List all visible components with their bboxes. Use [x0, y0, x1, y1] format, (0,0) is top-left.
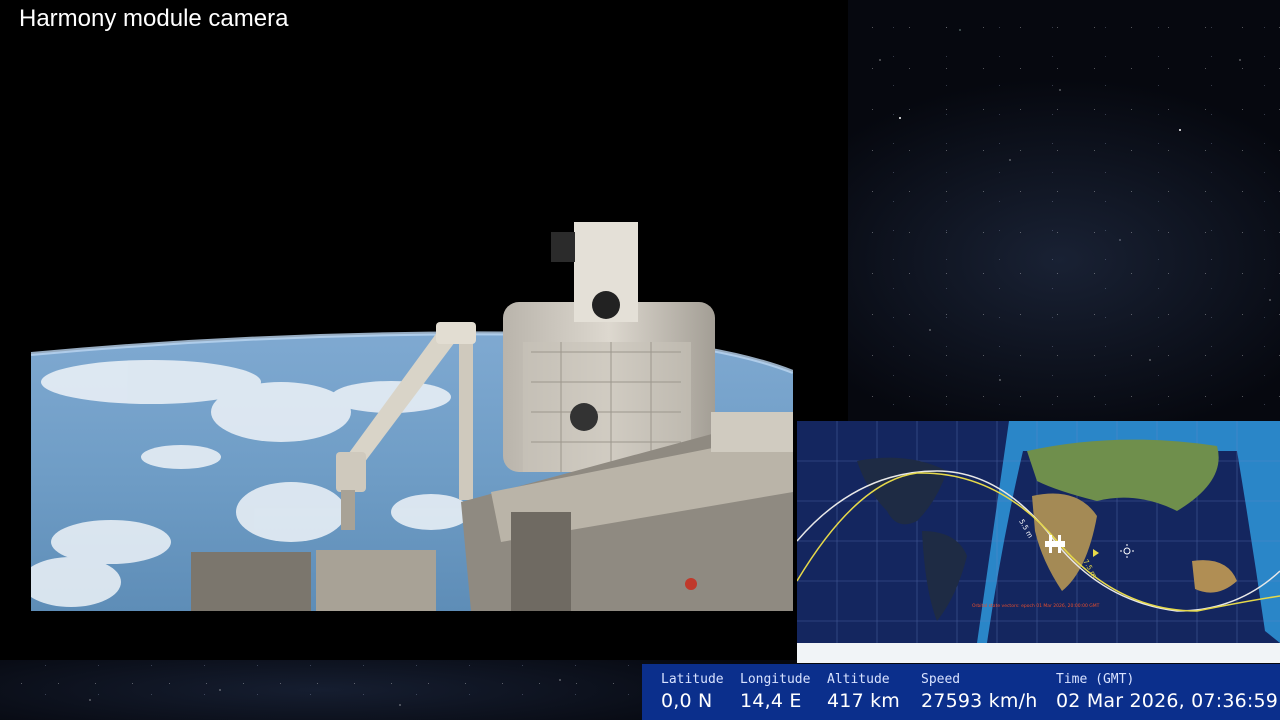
ground-track-map: 5.5 m 7.5 m Orbital state vectors: epoch…: [797, 421, 1280, 663]
camera-title: Harmony module camera: [19, 5, 289, 32]
longitude-readout: Longitude 14,4 E: [740, 664, 810, 712]
speed-readout: Speed 27593 km/h: [921, 664, 1037, 712]
time-value: 02 Mar 2026, 07:36:59: [1056, 690, 1279, 712]
camera-feed: [31, 72, 793, 611]
time-readout: Time (GMT) 02 Mar 2026, 07:36:59: [1056, 664, 1278, 712]
longitude-value: 14,4 E: [740, 690, 802, 712]
altitude-label: Altitude: [827, 672, 890, 687]
time-label: Time (GMT): [1056, 672, 1135, 687]
latitude-label: Latitude: [661, 672, 724, 687]
speed-value: 27593 km/h: [921, 690, 1038, 712]
latitude-value: 0,0 N: [661, 690, 713, 712]
telemetry-bar: Latitude 0,0 N Longitude 14,4 E Altitude…: [642, 664, 1280, 720]
longitude-label: Longitude: [740, 672, 811, 687]
latitude-readout: Latitude 0,0 N: [661, 664, 724, 712]
map-info-text: Orbital state vectors: epoch 01 Mar 2026…: [972, 603, 1100, 609]
altitude-readout: Altitude 417 km: [827, 664, 900, 712]
speed-label: Speed: [921, 672, 961, 687]
altitude-value: 417 km: [827, 690, 901, 712]
